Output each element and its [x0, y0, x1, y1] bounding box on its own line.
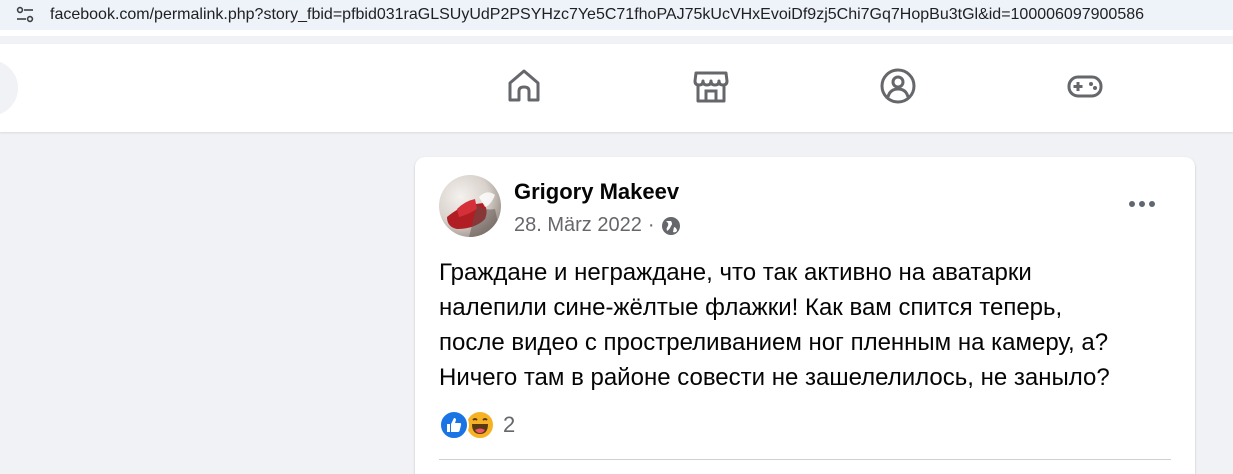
nav-marketplace-button[interactable]: [691, 66, 731, 106]
more-dot: [1129, 201, 1135, 207]
author-avatar[interactable]: [439, 175, 501, 237]
more-dot: [1139, 201, 1145, 207]
marketplace-icon: [693, 71, 729, 103]
like-icon: [439, 410, 469, 440]
haha-icon: [465, 410, 495, 440]
reaction-count[interactable]: 2: [503, 412, 515, 438]
post-text-line: налепили сине-жёлтые флажки! Как вам спи…: [439, 294, 1063, 321]
browser-address-bar: facebook.com/permalink.php?story_fbid=pf…: [0, 0, 1233, 36]
home-icon: [508, 69, 540, 102]
nav-gaming-button[interactable]: [1065, 66, 1105, 106]
top-navigation-bar: [0, 44, 1233, 132]
post-text-line: после видео с простреливанием ног пленны…: [439, 329, 1109, 356]
post-text-line: Граждане и неграждане, что так активно н…: [439, 259, 1032, 286]
reactions-summary[interactable]: 2: [439, 409, 515, 441]
url-text[interactable]: facebook.com/permalink.php?story_fbid=pf…: [50, 6, 1144, 24]
meta-separator: ·: [647, 214, 655, 236]
gaming-icon: [1067, 75, 1103, 98]
more-dot: [1149, 201, 1155, 207]
post-body: Граждане и неграждане, что так активно н…: [439, 255, 1184, 395]
post-meta: 28. März 2022 ·: [514, 214, 681, 237]
post-card: Grigory Makeev 28. März 2022 · Граждане …: [415, 157, 1195, 474]
post-author-name[interactable]: Grigory Makeev: [514, 179, 679, 205]
post-divider: [439, 459, 1171, 460]
post-date[interactable]: 28. März 2022: [514, 214, 642, 237]
avatar-image: [439, 175, 501, 237]
groups-icon: [880, 68, 916, 104]
nav-groups-button[interactable]: [878, 66, 918, 106]
search-box[interactable]: [0, 60, 18, 116]
post-text-line: Ничего там в районе совести не зашелелил…: [439, 364, 1110, 391]
tune-icon[interactable]: [15, 6, 35, 24]
nav-home-button[interactable]: [504, 66, 544, 106]
address-field[interactable]: facebook.com/permalink.php?story_fbid=pf…: [0, 0, 1233, 30]
post-options-button[interactable]: [1122, 187, 1162, 221]
globe-icon: [661, 216, 680, 235]
